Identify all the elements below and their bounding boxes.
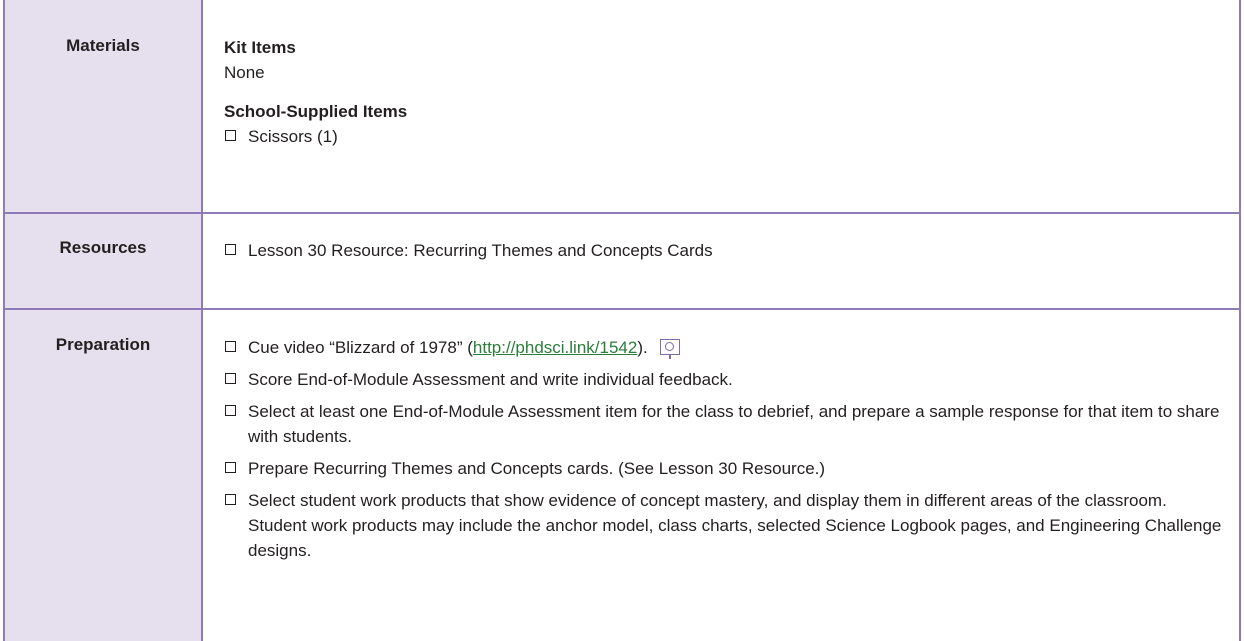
- resources-content: Lesson 30 Resource: Recurring Themes and…: [201, 212, 1241, 310]
- checklist-item[interactable]: Select student work products that show e…: [224, 488, 1225, 563]
- checklist-item-text: Prepare Recurring Themes and Concepts ca…: [248, 459, 826, 478]
- video-link[interactable]: http://phdsci.link/1542: [473, 338, 637, 357]
- checkbox-icon[interactable]: [225, 405, 236, 416]
- checklist-item[interactable]: Score End-of-Module Assessment and write…: [224, 367, 1225, 392]
- resources-row: Resources Lesson 30 Resource: Recurring …: [3, 212, 1241, 310]
- resources-label: Resources: [3, 212, 203, 310]
- checklist-item[interactable]: Select at least one End-of-Module Assess…: [224, 399, 1225, 449]
- checklist-item-text: Score End-of-Module Assessment and write…: [248, 370, 733, 389]
- checklist-item[interactable]: Scissors (1): [224, 124, 1225, 149]
- checklist-item-text: Scissors (1): [248, 127, 338, 146]
- materials-content: Kit Items None School-Supplied Items Sci…: [201, 0, 1241, 214]
- checklist-item-text: Select at least one End-of-Module Assess…: [248, 402, 1220, 446]
- checkbox-icon[interactable]: [225, 462, 236, 473]
- checklist-item-text: Lesson 30 Resource: Recurring Themes and…: [248, 241, 713, 260]
- preparation-content: Cue video “Blizzard of 1978” (http://phd…: [201, 308, 1241, 641]
- checkbox-icon[interactable]: [225, 494, 236, 505]
- school-supplied-heading: School-Supplied Items: [224, 102, 408, 121]
- checkbox-icon[interactable]: [225, 341, 236, 352]
- checkbox-icon[interactable]: [225, 244, 236, 255]
- checklist-item[interactable]: Prepare Recurring Themes and Concepts ca…: [224, 456, 1225, 481]
- video-item-suffix: ).: [637, 338, 648, 357]
- media-clip-icon[interactable]: [660, 339, 681, 359]
- checklist-item[interactable]: Lesson 30 Resource: Recurring Themes and…: [224, 238, 1225, 263]
- kit-items-text: None: [224, 63, 265, 82]
- materials-row: Materials Kit Items None School-Supplied…: [3, 0, 1241, 214]
- materials-preparation-table: Materials Kit Items None School-Supplied…: [0, 0, 1244, 641]
- preparation-label: Preparation: [3, 308, 203, 641]
- kit-items-heading: Kit Items: [224, 38, 296, 57]
- lesson-prep-table: Materials Kit Items None School-Supplied…: [3, 0, 1241, 641]
- checkbox-icon[interactable]: [225, 373, 236, 384]
- checkbox-icon[interactable]: [225, 130, 236, 141]
- video-item-prefix: Cue video “Blizzard of 1978” (: [248, 338, 473, 357]
- checklist-item-video[interactable]: Cue video “Blizzard of 1978” (http://phd…: [224, 335, 1225, 360]
- preparation-row: Preparation Cue video “Blizzard of 1978”…: [3, 308, 1241, 641]
- materials-label: Materials: [3, 0, 203, 214]
